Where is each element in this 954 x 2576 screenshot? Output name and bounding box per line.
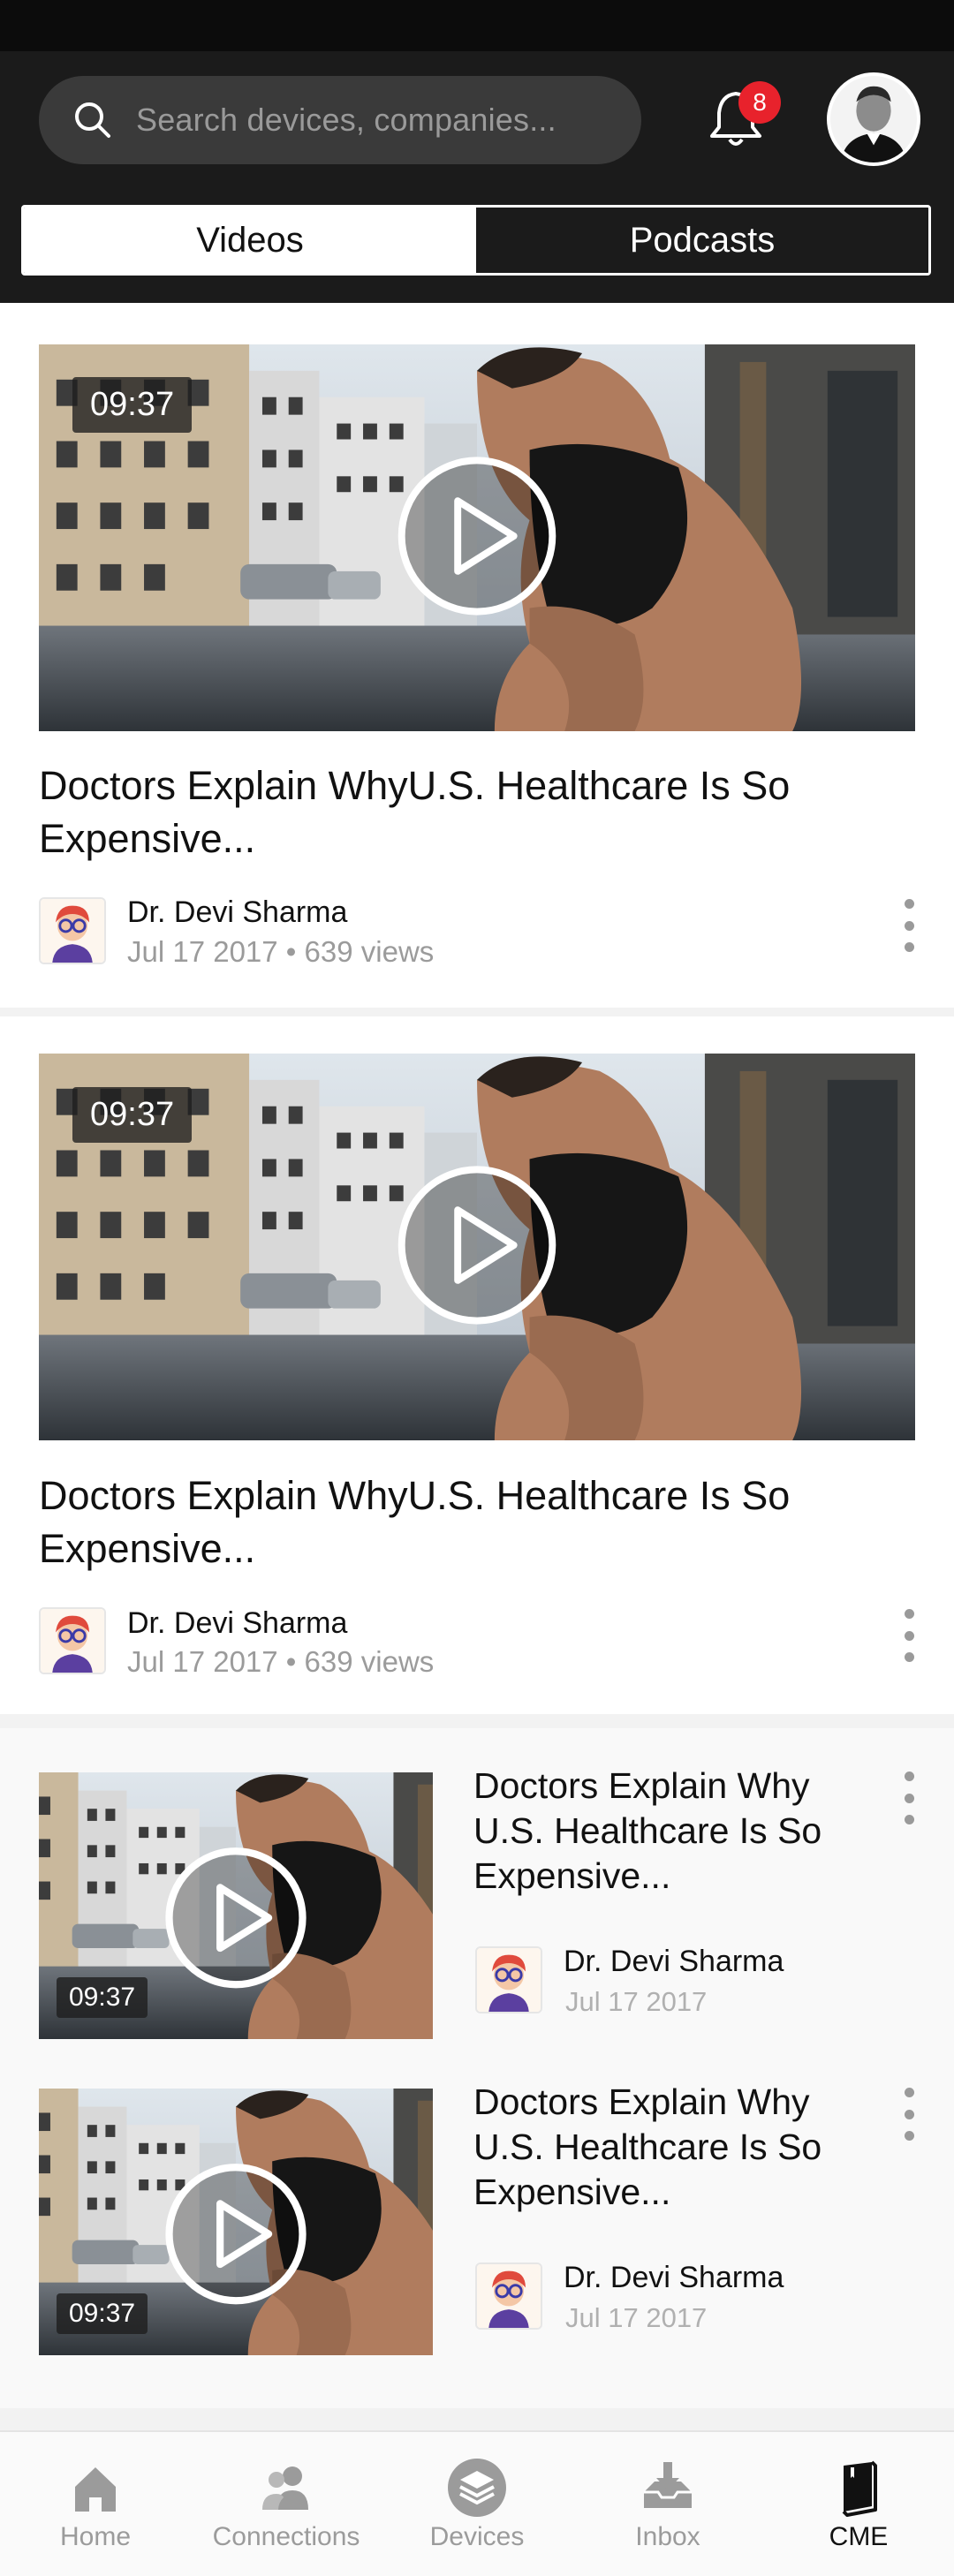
- author-avatar[interactable]: [475, 1946, 542, 2013]
- duration-badge: 09:37: [57, 2293, 148, 2334]
- more-options-icon[interactable]: [900, 899, 918, 952]
- nav-devices[interactable]: Devices: [382, 2432, 572, 2576]
- tab-videos[interactable]: Videos: [24, 208, 476, 273]
- search-icon: [75, 102, 110, 138]
- author-name[interactable]: Dr. Devi Sharma: [564, 1945, 784, 1979]
- nav-label-devices: Devices: [429, 2522, 525, 2551]
- more-options-icon[interactable]: [900, 1771, 918, 1824]
- author-avatar[interactable]: [39, 897, 106, 964]
- video-title[interactable]: Doctors Explain Why U.S. Healthcare Is S…: [473, 2080, 880, 2215]
- tab-podcasts[interactable]: Podcasts: [476, 208, 928, 273]
- duration-badge: 09:37: [57, 1977, 148, 2018]
- nav-home[interactable]: Home: [0, 2432, 191, 2576]
- author-avatar[interactable]: [39, 1607, 106, 1674]
- cme-book-icon: [842, 2460, 877, 2517]
- search-placeholder: Search devices, companies...: [136, 102, 556, 138]
- nav-label-inbox: Inbox: [635, 2522, 700, 2551]
- video-card[interactable]: 09:37 Doctors Explain WhyU.S. Healthcare…: [0, 1016, 954, 1714]
- nav-label-connections: Connections: [212, 2522, 360, 2551]
- notification-badge: 8: [738, 81, 781, 124]
- video-card[interactable]: 09:37 Doctors Explain WhyU.S. Healthcare…: [0, 303, 954, 1008]
- video-list: 09:37 Doctors Explain Why U.S. Healthcar…: [0, 1728, 954, 2408]
- author-name[interactable]: Dr. Devi Sharma: [564, 2261, 784, 2295]
- nav-cme[interactable]: CME: [763, 2432, 954, 2576]
- author-avatar[interactable]: [475, 2262, 542, 2330]
- nav-label-cme: CME: [829, 2522, 889, 2551]
- more-options-icon[interactable]: [900, 2088, 918, 2141]
- video-date: Jul 17 2017: [565, 2302, 708, 2333]
- more-options-icon[interactable]: [900, 1609, 918, 1662]
- author-name[interactable]: Dr. Devi Sharma: [127, 895, 347, 930]
- status-bar: [0, 0, 954, 51]
- connections-icon: [262, 2466, 308, 2510]
- video-title[interactable]: Doctors Explain Why U.S. Healthcare Is S…: [473, 1764, 880, 1899]
- nav-label-home: Home: [59, 2522, 132, 2551]
- duration-badge: 09:37: [72, 377, 193, 433]
- inbox-icon: [644, 2462, 692, 2508]
- duration-badge: 09:37: [72, 1087, 193, 1143]
- video-meta: Jul 17 2017 • 639 views: [127, 935, 435, 968]
- nav-inbox[interactable]: Inbox: [572, 2432, 763, 2576]
- nav-connections[interactable]: Connections: [191, 2432, 382, 2576]
- content-tabs: Videos Podcasts: [21, 205, 931, 276]
- video-title[interactable]: Doctors Explain WhyU.S. Healthcare Is So…: [39, 1469, 834, 1575]
- author-name[interactable]: Dr. Devi Sharma: [127, 1606, 347, 1641]
- avatar[interactable]: [827, 72, 920, 166]
- home-icon: [75, 2467, 116, 2512]
- video-title[interactable]: Doctors Explain WhyU.S. Healthcare Is So…: [39, 759, 834, 865]
- search-input[interactable]: Search devices, companies...: [39, 76, 641, 164]
- video-date: Jul 17 2017: [565, 1986, 708, 2017]
- video-meta: Jul 17 2017 • 639 views: [127, 1645, 435, 1678]
- devices-icon: [448, 2459, 506, 2517]
- bottom-nav: Home Connections Devices Inbox CME: [0, 2430, 954, 2576]
